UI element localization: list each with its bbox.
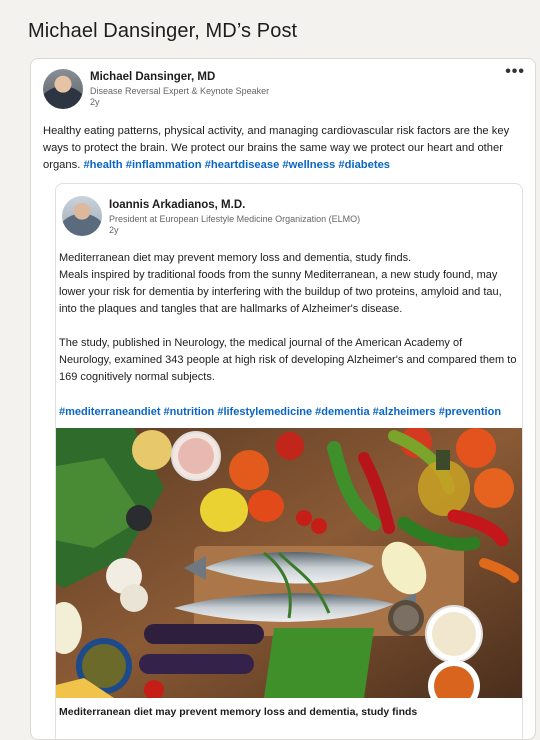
hashtag-link[interactable]: #mediterraneandiet (59, 406, 160, 418)
shared-author-avatar[interactable] (62, 196, 102, 236)
shared-text-line: Mediterranean diet may prevent memory lo… (59, 252, 412, 264)
shared-author-info: Ioannis Arkadianos, M.D. President at Eu… (109, 199, 360, 236)
shared-text-line: Meals inspired by traditional foods from… (59, 269, 502, 315)
author-info: Michael Dansinger, MD Disease Reversal E… (90, 71, 269, 109)
shared-post-text: Mediterranean diet may prevent memory lo… (59, 250, 517, 386)
post-card: Michael Dansinger, MD Disease Reversal E… (30, 58, 536, 740)
shared-author-headline: President at European Lifestyle Medicine… (109, 214, 361, 224)
shared-author-name[interactable]: Ioannis Arkadianos, M.D. (109, 199, 360, 211)
hashtag-link[interactable]: #diabetes (338, 159, 390, 171)
hashtag-link[interactable]: #prevention (439, 406, 501, 418)
hashtag-link[interactable]: #nutrition (164, 406, 215, 418)
image-caption[interactable]: Mediterranean diet may prevent memory lo… (59, 706, 417, 718)
hashtag-link[interactable]: #wellness (282, 159, 335, 171)
author-avatar[interactable] (43, 69, 83, 109)
shared-hashtags: #mediterraneandiet #nutrition #lifestyle… (59, 406, 501, 418)
shared-post[interactable]: Ioannis Arkadianos, M.D. President at Eu… (55, 183, 523, 739)
post-text: Healthy eating patterns, physical activi… (43, 123, 525, 174)
mediterranean-food-image[interactable] (55, 428, 522, 698)
post-time: 2y (90, 97, 100, 107)
shared-text-line: The study, published in Neurology, the m… (59, 337, 517, 383)
author-name[interactable]: Michael Dansinger, MD (90, 71, 269, 83)
hashtag-link[interactable]: #dementia (315, 406, 369, 418)
more-options-icon[interactable]: ••• (505, 63, 525, 81)
page-title: Michael Dansinger, MD’s Post (28, 20, 298, 42)
shared-post-author[interactable]: Ioannis Arkadianos, M.D. President at Eu… (62, 196, 360, 236)
hashtag-link[interactable]: #alzheimers (373, 406, 436, 418)
hashtag-link[interactable]: #lifestylemedicine (217, 406, 312, 418)
author-headline: Disease Reversal Expert & Keynote Speake… (90, 86, 270, 96)
hashtag-link[interactable]: #heartdisease (205, 159, 280, 171)
post-author[interactable]: Michael Dansinger, MD Disease Reversal E… (43, 69, 269, 109)
shared-post-time: 2y (109, 225, 119, 235)
hashtag-link[interactable]: #health (83, 159, 122, 171)
hashtag-link[interactable]: #inflammation (126, 159, 202, 171)
